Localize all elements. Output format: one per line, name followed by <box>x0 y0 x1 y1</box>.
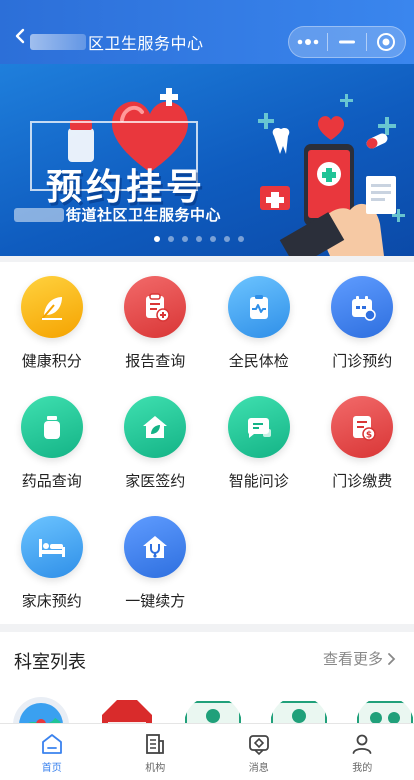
carousel-dot[interactable] <box>168 236 174 242</box>
back-button[interactable] <box>14 28 26 44</box>
page-title: 区卫生服务中心 <box>88 34 204 53</box>
service-label: 家床预约 <box>21 592 82 610</box>
service-label: 门诊预约 <box>332 352 393 370</box>
banner-title: 预约挂号 <box>46 167 207 208</box>
target-close-icon <box>377 33 395 51</box>
service-grid-card: 健康积分 报告查询 全民体检 门诊预约 药品查询 家医签约 智能问诊 $ 门诊缴… <box>0 262 414 624</box>
service-medicine-query[interactable]: 药品查询 <box>0 396 104 516</box>
tab-label: 首页 <box>41 763 62 774</box>
redacted-text <box>14 207 64 222</box>
stethoscope-home-icon <box>124 516 187 578</box>
promo-banner[interactable]: 预约挂号 街道社区卫生服务中心 <box>0 64 414 256</box>
tab-label: 机构 <box>145 763 166 774</box>
service-report-query[interactable]: 报告查询 <box>104 276 208 396</box>
redacted-text <box>30 34 86 50</box>
service-renew-prescription[interactable]: 一键续方 <box>104 516 208 636</box>
more-button[interactable] <box>289 27 327 57</box>
nav-header: 区卫生服务中心 <box>0 0 414 64</box>
carousel-dot[interactable] <box>154 236 160 242</box>
chevron-right-icon <box>388 652 396 665</box>
bed-icon <box>20 516 83 578</box>
service-label: 药品查询 <box>21 472 82 490</box>
service-label: 一键续方 <box>125 592 186 610</box>
service-health-points[interactable]: 健康积分 <box>0 276 104 396</box>
service-physical-exam[interactable]: 全民体检 <box>207 276 311 396</box>
calendar-icon <box>331 276 394 338</box>
feather-icon <box>20 276 83 338</box>
message-icon <box>248 735 269 756</box>
user-icon <box>352 734 372 754</box>
service-label: 智能问诊 <box>228 472 289 490</box>
bottom-tabbar: 首页 机构 消息 我的 <box>0 723 414 780</box>
tab-messages[interactable]: 消息 <box>207 724 311 780</box>
service-label: 门诊缴费 <box>332 472 393 490</box>
carousel-dot[interactable] <box>196 236 202 242</box>
home-icon <box>41 734 62 754</box>
view-more-label: 查看更多 <box>322 650 383 668</box>
carousel-dot[interactable] <box>238 236 244 242</box>
chevron-left-icon <box>15 28 25 44</box>
bill-icon: $ <box>331 396 394 458</box>
tab-institution[interactable]: 机构 <box>104 724 208 780</box>
service-label: 报告查询 <box>125 352 186 370</box>
minimize-button[interactable] <box>328 27 366 57</box>
service-outpatient-booking[interactable]: 门诊预约 <box>311 276 414 396</box>
service-outpatient-payment[interactable]: $ 门诊缴费 <box>311 396 414 516</box>
carousel-indicator <box>154 236 244 242</box>
tab-label: 消息 <box>248 763 269 774</box>
close-button[interactable] <box>367 27 405 57</box>
building-icon <box>146 734 165 754</box>
clipboard-pulse-icon <box>227 276 290 338</box>
tab-mine[interactable]: 我的 <box>311 724 414 780</box>
minimize-icon <box>339 40 355 44</box>
service-label: 健康积分 <box>21 352 82 370</box>
more-dots-icon <box>297 39 319 45</box>
service-smart-consult[interactable]: 智能问诊 <box>207 396 311 516</box>
service-grid: 健康积分 报告查询 全民体检 门诊预约 药品查询 家医签约 智能问诊 $ 门诊缴… <box>0 276 414 636</box>
page-title-wrap: 区卫生服务中心 <box>30 31 204 53</box>
view-more-link[interactable]: 查看更多 <box>323 648 396 669</box>
mini-program-capsule <box>288 26 406 58</box>
section-title: 科室列表 <box>14 652 86 673</box>
chat-icon <box>227 396 290 458</box>
carousel-dot[interactable] <box>224 236 230 242</box>
service-family-doctor[interactable]: 家医签约 <box>104 396 208 516</box>
service-label: 家医签约 <box>125 472 186 490</box>
banner-subtitle: 街道社区卫生服务中心 <box>66 206 222 224</box>
page: 区卫生服务中心 预约挂号 街道社区卫生服务中心 健康积分 报告查询 全民体检 门… <box>0 0 414 780</box>
tab-home[interactable]: 首页 <box>0 724 104 780</box>
tab-label: 我的 <box>352 763 373 774</box>
carousel-dot[interactable] <box>210 236 216 242</box>
service-home-bed[interactable]: 家床预约 <box>0 516 104 636</box>
banner-subtitle-wrap: 街道社区卫生服务中心 <box>14 204 221 225</box>
home-leaf-icon <box>124 396 187 458</box>
report-icon <box>124 276 187 338</box>
carousel-dot[interactable] <box>182 236 188 242</box>
service-label: 全民体检 <box>228 352 289 370</box>
svg-text:$: $ <box>366 431 372 441</box>
medicine-bottle-icon <box>20 396 83 458</box>
